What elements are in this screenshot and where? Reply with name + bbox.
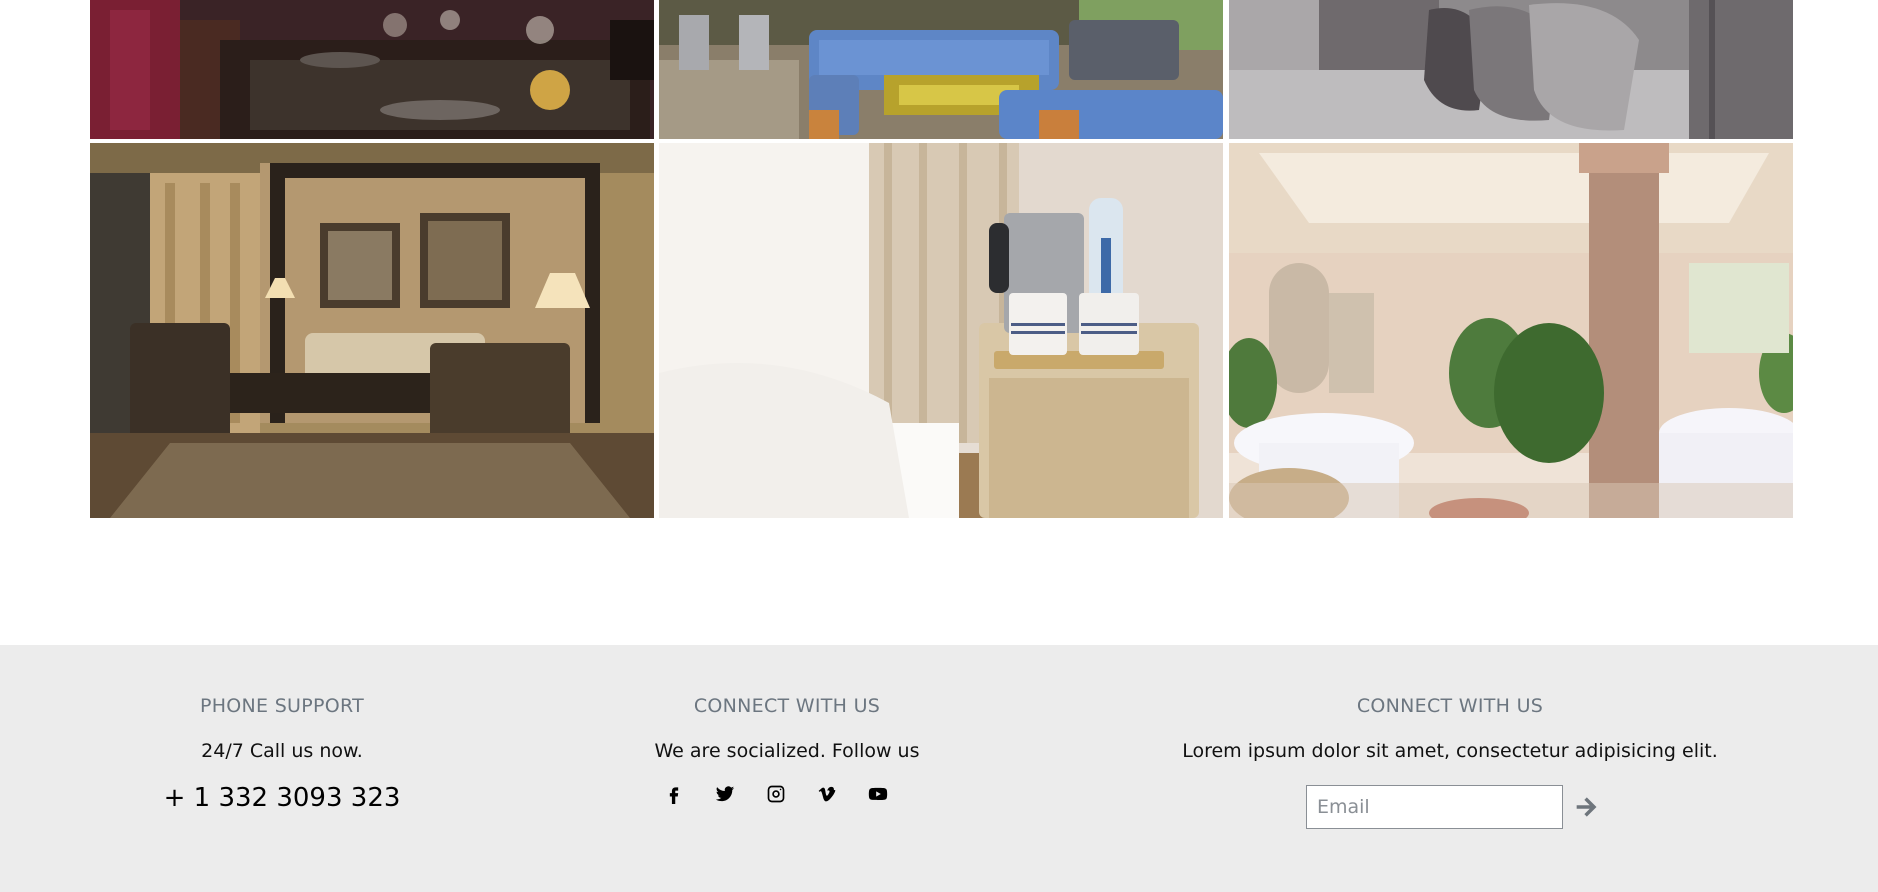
vimeo-icon[interactable]: [816, 783, 838, 805]
newsletter-title: CONNECT WITH US: [1356, 695, 1544, 717]
social-title: CONNECT WITH US: [693, 695, 881, 717]
instagram-icon[interactable]: [765, 783, 787, 805]
youtube-icon[interactable]: [867, 783, 889, 805]
phone-number[interactable]: + 1 332 3093 323: [82, 783, 482, 813]
phone-support-subtitle: 24/7 Call us now.: [201, 740, 363, 762]
gallery-photo-bedroom[interactable]: [1229, 0, 1793, 139]
gallery-photo-bedside[interactable]: [659, 143, 1223, 518]
social-subtitle: We are socialized. Follow us: [654, 740, 920, 762]
twitter-icon[interactable]: [714, 783, 736, 805]
gallery-photo-lounge[interactable]: [659, 0, 1223, 139]
gallery-photo-dining-hall[interactable]: [1229, 143, 1793, 518]
phone-support-title: PHONE SUPPORT: [199, 695, 365, 717]
newsletter-form: [1306, 785, 1603, 829]
email-field[interactable]: [1306, 785, 1563, 829]
gallery-photo-living-room[interactable]: [90, 143, 654, 518]
social-links: [663, 783, 918, 805]
site-footer: PHONE SUPPORT 24/7 Call us now. + 1 332 …: [0, 645, 1878, 892]
arrow-right-icon[interactable]: [1569, 790, 1603, 824]
facebook-icon[interactable]: [663, 783, 685, 805]
gallery-photo-restaurant[interactable]: [90, 0, 654, 139]
newsletter-subtitle: Lorem ipsum dolor sit amet, consectetur …: [1182, 740, 1718, 762]
